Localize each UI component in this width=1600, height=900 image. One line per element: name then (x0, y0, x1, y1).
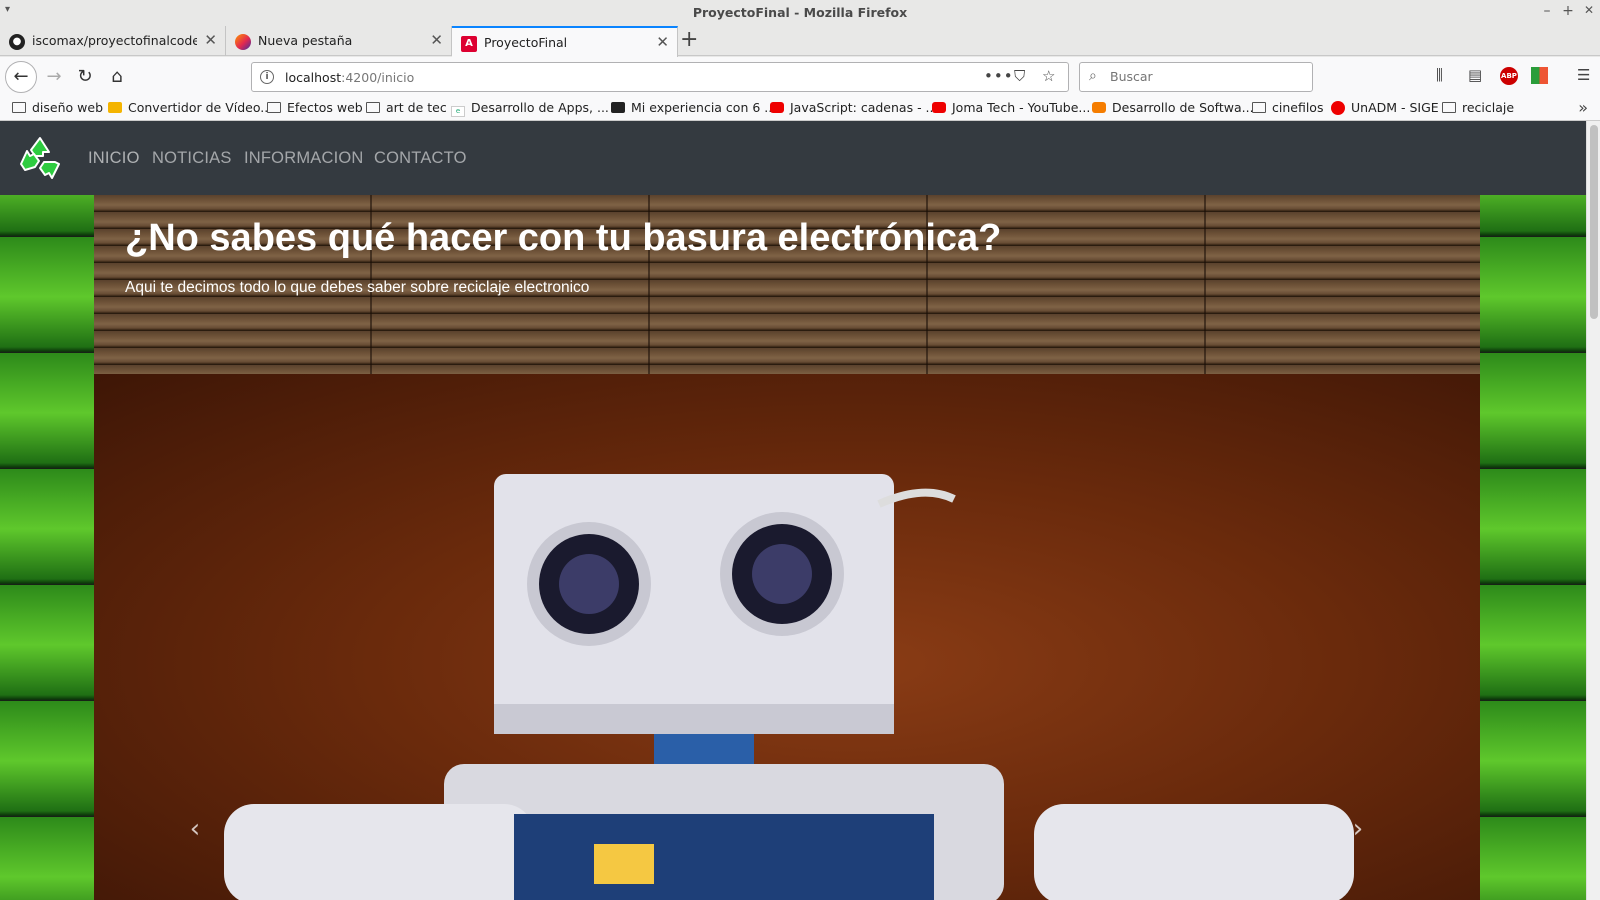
home-button[interactable]: ⌂ (103, 63, 131, 91)
bookmark-label: Desarrollo de Apps, ... (471, 100, 609, 115)
page-actions-icon[interactable]: ••• (984, 67, 1014, 85)
folder-icon (1442, 102, 1456, 113)
angular-icon: A (461, 36, 477, 52)
bookmark-item[interactable]: Efectos web (267, 100, 363, 115)
url-bar[interactable]: i localhost:4200/inicio ••• ⛉ ☆ (251, 62, 1069, 92)
new-tab-button[interactable]: + (680, 29, 698, 51)
bookmark-item[interactable]: Convertidor de Vídeo... (108, 100, 272, 115)
github-icon: ● (9, 34, 25, 50)
robot-image (224, 474, 1354, 900)
tab-label: ProyectoFinal (484, 35, 568, 50)
recycle-logo-icon[interactable] (16, 134, 64, 182)
blogger-icon (1092, 102, 1106, 113)
window-title: ProyectoFinal - Mozilla Firefox (692, 5, 908, 20)
back-button[interactable]: ← (5, 61, 37, 93)
close-window-button[interactable]: ✕ (1582, 3, 1596, 17)
bookmark-label: reciclaje (1462, 100, 1515, 115)
window-titlebar: ▾ ProyectoFinal - Mozilla Firefox – + ✕ (0, 0, 1600, 26)
bookmark-item[interactable]: UnADM - SIGE (1331, 100, 1439, 115)
bookmark-item[interactable]: Desarrollo de Softwa... (1092, 100, 1254, 115)
tab-label: iscomax/proyectofinalcodeando (32, 33, 197, 48)
tab-github[interactable]: ● iscomax/proyectofinalcodeando ✕ (0, 26, 226, 56)
close-tab-icon[interactable]: ✕ (656, 33, 669, 51)
carousel-prev-button[interactable]: ‹ (180, 814, 210, 844)
bookmark-label: JavaScript: cadenas - ... (790, 100, 938, 115)
bookmark-label: Mi experiencia con 6 ... (631, 100, 777, 115)
maximize-button[interactable]: + (1561, 3, 1575, 19)
nav-toolbar: ← → ↻ ⌂ i localhost:4200/inicio ••• ⛉ ☆ … (0, 57, 1600, 97)
url-text[interactable]: localhost:4200/inicio (285, 70, 414, 85)
bookmark-label: Desarrollo de Softwa... (1112, 100, 1254, 115)
reload-button[interactable]: ↻ (71, 63, 99, 91)
menu-icon[interactable]: ☰ (1577, 66, 1590, 84)
image-carousel: ‹ › (94, 374, 1480, 900)
firefox-icon (235, 34, 251, 50)
youtube-icon (770, 102, 784, 113)
folder-icon (267, 102, 281, 113)
search-icon: ⌕ (1089, 68, 1097, 84)
folder-icon (1252, 102, 1266, 113)
bookmark-item[interactable]: art de tec (366, 100, 447, 115)
nav-link-contacto[interactable]: CONTACTO (374, 149, 467, 168)
medium-icon (611, 102, 625, 113)
jumbotron-subtitle: Aqui te decimos todo lo que debes saber … (125, 279, 590, 296)
tab-label: Nueva pestaña (258, 33, 353, 48)
nav-link-inicio[interactable]: INICIO (88, 149, 140, 168)
converter-icon (108, 102, 122, 113)
bookmarks-toolbar: diseño web Convertidor de Vídeo... Efect… (0, 97, 1600, 121)
tab-proyectofinal[interactable]: A ProyectoFinal ✕ (452, 26, 678, 57)
bookmark-label: art de tec (386, 100, 447, 115)
close-tab-icon[interactable]: ✕ (204, 31, 217, 49)
adblock-icon[interactable]: ABP (1500, 67, 1518, 85)
folder-icon (366, 102, 380, 113)
extension-icon[interactable] (1531, 67, 1548, 84)
bookmark-label: diseño web (32, 100, 104, 115)
nav-link-noticias[interactable]: NOTICIAS (152, 149, 232, 168)
minimize-button[interactable]: – (1540, 3, 1554, 19)
url-host: localhost (285, 70, 342, 85)
bookmark-label: Efectos web (287, 100, 363, 115)
sidebar-icon[interactable]: ▤ (1468, 66, 1482, 84)
url-path: :4200/inicio (341, 70, 415, 85)
bookmark-item[interactable]: reciclaje (1442, 100, 1514, 115)
eo-icon: e (451, 106, 465, 117)
carousel-next-button[interactable]: › (1343, 814, 1373, 844)
bookmark-item[interactable]: Joma Tech - YouTube... (932, 100, 1090, 115)
jumbotron-title: ¿No sabes qué hacer con tu basura electr… (125, 217, 1002, 259)
scrollbar-thumb[interactable] (1590, 125, 1598, 319)
folder-icon (12, 102, 26, 113)
bookmark-label: Joma Tech - YouTube... (952, 100, 1091, 115)
library-icon[interactable]: ⫼ (1436, 66, 1443, 84)
main-container: ¿No sabes qué hacer con tu basura electr… (94, 195, 1480, 900)
tab-new[interactable]: Nueva pestaña ✕ (226, 26, 452, 56)
page-viewport: INICIO NOTICIAS INFORMACION CONTACTO ¿No… (0, 121, 1586, 900)
bookmark-label: Convertidor de Vídeo... (128, 100, 273, 115)
bookmark-item[interactable]: e Desarrollo de Apps, ... (451, 100, 609, 117)
bookmark-label: cinefilos (1272, 100, 1324, 115)
pocket-icon[interactable]: ⛉ (1014, 67, 1025, 85)
close-tab-icon[interactable]: ✕ (430, 31, 443, 49)
search-bar[interactable]: ⌕ (1079, 62, 1313, 92)
bookmark-item[interactable]: cinefilos (1252, 100, 1323, 115)
nav-link-informacion[interactable]: INFORMACION (244, 149, 364, 168)
tab-strip: ● iscomax/proyectofinalcodeando ✕ Nueva … (0, 26, 1600, 57)
red-dot-icon (1331, 101, 1345, 115)
forward-button[interactable]: → (40, 63, 68, 91)
more-bookmarks-icon[interactable]: » (1578, 98, 1588, 117)
youtube-icon (932, 102, 946, 113)
bookmark-item[interactable]: Mi experiencia con 6 ... (611, 100, 776, 115)
bookmark-item[interactable]: diseño web (12, 100, 103, 115)
jumbotron: ¿No sabes qué hacer con tu basura electr… (94, 195, 1480, 374)
info-icon[interactable]: i (260, 70, 274, 84)
search-input[interactable] (1110, 69, 1305, 84)
site-navbar: INICIO NOTICIAS INFORMACION CONTACTO (0, 121, 1586, 195)
bookmark-item[interactable]: JavaScript: cadenas - ... (770, 100, 937, 115)
bookmark-label: UnADM - SIGE (1351, 100, 1439, 115)
page-scrollbar[interactable] (1586, 121, 1600, 900)
bookmark-star-icon[interactable]: ☆ (1042, 67, 1055, 85)
